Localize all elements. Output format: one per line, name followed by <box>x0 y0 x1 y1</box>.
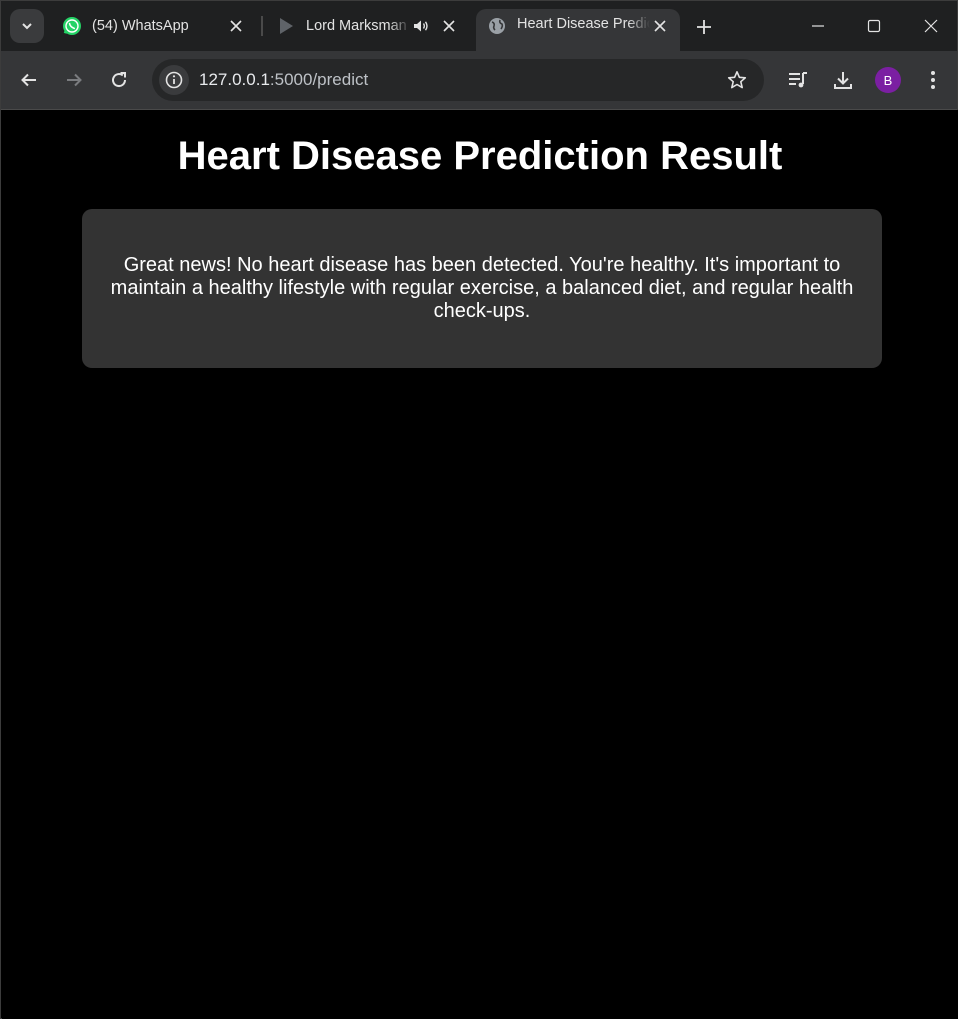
downloads-button[interactable] <box>828 65 858 95</box>
close-window-button[interactable] <box>916 11 946 41</box>
bookmark-button[interactable] <box>722 65 752 95</box>
result-message: Great news! No heart disease has been de… <box>110 254 854 322</box>
speaker-icon[interactable] <box>411 16 431 36</box>
profile-avatar[interactable]: B <box>875 67 901 93</box>
queue-music-icon <box>789 72 807 88</box>
back-button[interactable] <box>14 65 44 95</box>
tab-search-button[interactable] <box>10 9 44 43</box>
maximize-button[interactable] <box>859 11 889 41</box>
close-icon <box>924 19 938 33</box>
site-info-button[interactable] <box>159 65 189 95</box>
plus-icon <box>697 20 711 34</box>
play-icon <box>276 16 296 36</box>
url-path: :5000/predict <box>269 70 369 89</box>
tab-title: Lord Marksman <box>306 18 411 34</box>
close-tab-icon[interactable] <box>439 16 459 36</box>
page-title: Heart Disease Prediction Result <box>177 134 783 178</box>
tab-heart-disease-active[interactable]: Heart Disease Prediction Result <box>476 9 680 51</box>
menu-button[interactable] <box>918 65 948 95</box>
reload-button[interactable] <box>104 65 134 95</box>
page-content: Heart Disease Prediction Result Great ne… <box>2 110 958 1019</box>
url-text[interactable]: 127.0.0.1:5000/predict <box>199 70 368 90</box>
tab-title: (54) WhatsApp <box>92 18 189 34</box>
maximize-icon <box>867 19 881 33</box>
new-tab-button[interactable] <box>691 14 717 40</box>
tab-whatsapp[interactable]: (54) WhatsApp <box>51 9 256 43</box>
info-icon <box>165 71 183 89</box>
star-icon <box>727 71 747 89</box>
url-host: 127.0.0.1 <box>199 70 270 89</box>
address-bar[interactable]: 127.0.0.1:5000/predict <box>152 59 764 101</box>
globe-icon <box>487 16 507 36</box>
tab-title: Heart Disease Prediction Result <box>517 16 650 32</box>
close-tab-icon[interactable] <box>650 16 670 36</box>
minimize-icon <box>812 25 824 27</box>
minimize-button[interactable] <box>803 11 833 41</box>
reload-icon <box>112 72 127 88</box>
browser-window: (54) WhatsApp Lord Marksman Heart Diseas… <box>0 0 958 1019</box>
arrow-right-icon <box>67 73 82 87</box>
media-controls-button[interactable] <box>783 65 813 95</box>
tab-separator <box>261 16 263 36</box>
chevron-down-icon <box>22 23 32 30</box>
download-icon <box>834 72 852 89</box>
forward-button[interactable] <box>59 65 89 95</box>
more-vert-icon <box>931 71 935 89</box>
result-card: Great news! No heart disease has been de… <box>82 209 882 368</box>
tab-strip: (54) WhatsApp Lord Marksman Heart Diseas… <box>1 1 957 51</box>
arrow-left-icon <box>21 73 36 87</box>
whatsapp-icon <box>62 16 82 36</box>
close-tab-icon[interactable] <box>226 16 246 36</box>
tab-lord-marksman[interactable]: Lord Marksman <box>265 9 469 43</box>
browser-toolbar: 127.0.0.1:5000/predict B <box>1 51 957 110</box>
